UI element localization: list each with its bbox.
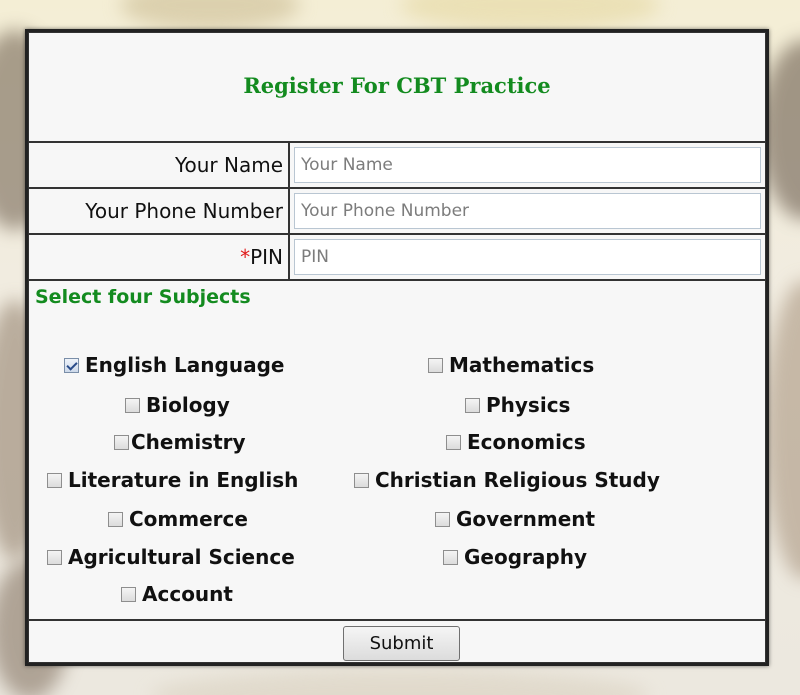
pin-input[interactable] [294, 239, 761, 275]
subject-checkbox[interactable] [443, 549, 458, 565]
subject-label: Geography [464, 545, 587, 569]
name-input[interactable] [294, 147, 761, 183]
subject-checkbox[interactable] [64, 357, 79, 373]
subject-label: Christian Religious Study [375, 468, 660, 492]
subject-checkbox[interactable] [446, 434, 461, 450]
subject-checkbox[interactable] [354, 472, 369, 488]
subject-label: Commerce [129, 507, 248, 531]
form-title: Register For CBT Practice [243, 73, 551, 98]
subject-literature-in-english[interactable]: Literature in English [47, 468, 298, 492]
subjects-section: Select four Subjects English Language Ma… [28, 280, 766, 620]
subject-chemistry[interactable]: Chemistry [114, 430, 246, 454]
subject-label: Biology [146, 393, 230, 417]
subject-label: Literature in English [68, 468, 299, 492]
name-label-cell: Your Name [28, 142, 289, 188]
subject-mathematics[interactable]: Mathematics [428, 353, 594, 377]
subject-christian-religious-study[interactable]: Christian Religious Study [354, 468, 660, 492]
subject-label: Economics [467, 430, 586, 454]
subject-account[interactable]: Account [121, 582, 233, 606]
subject-commerce[interactable]: Commerce [108, 507, 248, 531]
subject-checkbox[interactable] [465, 397, 480, 413]
subject-checkbox[interactable] [108, 511, 123, 527]
subject-checkbox[interactable] [435, 511, 450, 527]
submit-row: Submit [28, 620, 766, 663]
subject-label: English Language [85, 353, 285, 377]
subject-biology[interactable]: Biology [125, 393, 230, 417]
subject-physics[interactable]: Physics [465, 393, 570, 417]
pin-label: *PIN [240, 245, 283, 269]
registration-form: Register For CBT Practice Your Name Your… [25, 29, 769, 666]
subject-checkbox[interactable] [125, 397, 140, 413]
subject-agricultural-science[interactable]: Agricultural Science [47, 545, 295, 569]
phone-label: Your Phone Number [85, 199, 283, 223]
subject-label: Account [142, 582, 233, 606]
subject-label: Physics [486, 393, 571, 417]
subjects-heading: Select four Subjects [35, 286, 251, 308]
pin-label-cell: *PIN [28, 234, 289, 280]
subject-government[interactable]: Government [435, 507, 595, 531]
subject-label: Chemistry [131, 430, 246, 454]
subject-checkbox[interactable] [47, 549, 62, 565]
subject-checkbox[interactable] [121, 586, 136, 602]
phone-input-cell [289, 188, 766, 234]
subject-economics[interactable]: Economics [446, 430, 586, 454]
title-row: Register For CBT Practice [28, 32, 766, 142]
name-label: Your Name [174, 153, 283, 177]
subject-label: Agricultural Science [68, 545, 295, 569]
pin-input-cell [289, 234, 766, 280]
name-input-cell [289, 142, 766, 188]
subject-label: Government [456, 507, 596, 531]
subject-english-language[interactable]: English Language [64, 353, 284, 377]
phone-input[interactable] [294, 193, 761, 229]
subject-label: Mathematics [449, 353, 595, 377]
subject-checkbox[interactable] [114, 434, 129, 450]
submit-button[interactable]: Submit [343, 626, 460, 661]
pin-label-text: PIN [250, 245, 283, 269]
phone-label-cell: Your Phone Number [28, 188, 289, 234]
subject-checkbox[interactable] [428, 357, 443, 373]
subject-checkbox[interactable] [47, 472, 62, 488]
subject-geography[interactable]: Geography [443, 545, 587, 569]
required-mark: * [240, 245, 251, 269]
